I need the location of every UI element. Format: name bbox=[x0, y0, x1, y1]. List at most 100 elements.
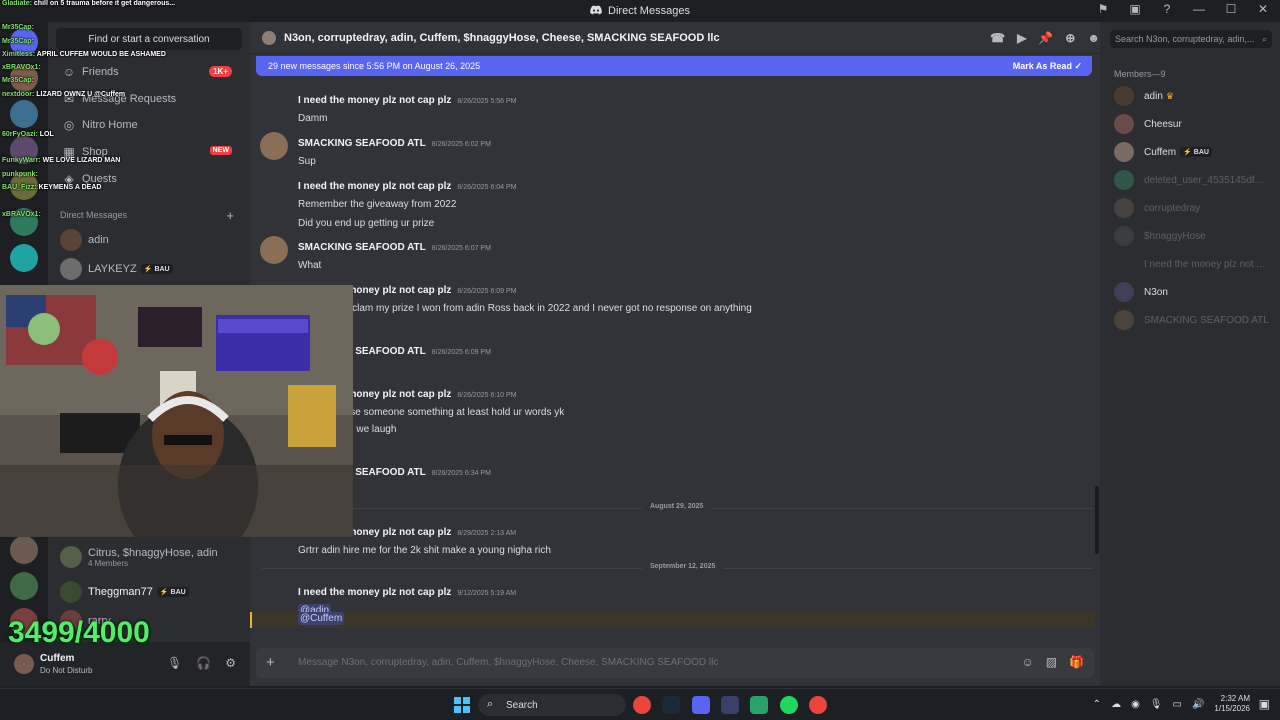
taskbar-search[interactable]: ⌕ Search bbox=[478, 694, 626, 716]
message-author[interactable]: I need the money plz not cap plz bbox=[298, 95, 451, 106]
volume-icon[interactable]: 🔊 bbox=[1192, 699, 1204, 710]
discord-tray-icon[interactable]: ◉ bbox=[1131, 699, 1140, 710]
dm-item-theggman77[interactable]: Theggman77 ⚡ BAU bbox=[56, 578, 242, 606]
member-item[interactable]: SMACKING SEAFOOD ATL bbox=[1114, 309, 1274, 331]
message-timestamp: 8/26/2025 6:34 PM bbox=[431, 470, 491, 477]
title-bar: Direct Messages ⚑ ▣ ? — ☐ ✕ bbox=[0, 0, 1280, 22]
server-avatar[interactable] bbox=[10, 244, 38, 272]
discord-app-icon[interactable] bbox=[692, 696, 710, 714]
avatar[interactable] bbox=[14, 654, 34, 674]
app-icon[interactable] bbox=[750, 696, 768, 714]
chrome-icon[interactable] bbox=[633, 696, 651, 714]
dm-item-group[interactable]: Citrus, $hnaggyHose, adin 4 Members bbox=[56, 543, 242, 571]
member-item[interactable]: adin ♛ bbox=[1114, 85, 1274, 107]
server-avatar[interactable] bbox=[10, 172, 38, 200]
video-icon[interactable]: ▶ bbox=[1017, 31, 1026, 45]
call-icon[interactable]: ☎ bbox=[990, 31, 1005, 45]
members-icon[interactable]: ☻ bbox=[1087, 31, 1100, 45]
clock[interactable]: 2:32 AM 1/15/2026 bbox=[1214, 694, 1250, 714]
tag-label: BAU bbox=[1193, 148, 1209, 156]
avatar bbox=[1114, 170, 1134, 190]
avatar bbox=[60, 546, 82, 568]
goal-counter: 3499/4000 bbox=[8, 616, 150, 649]
member-item[interactable]: corruptedray bbox=[1114, 197, 1274, 219]
start-icon[interactable] bbox=[454, 697, 470, 718]
member-item[interactable]: N3on bbox=[1114, 281, 1274, 303]
microphone-icon[interactable]: 🎙 bbox=[167, 656, 182, 670]
member-item[interactable]: Cheesur bbox=[1114, 113, 1274, 135]
avatar bbox=[1114, 86, 1134, 106]
server-avatar[interactable] bbox=[10, 136, 38, 164]
nav-nitro-home[interactable]: ◎ Nitro Home bbox=[56, 114, 242, 136]
server-avatar[interactable] bbox=[10, 208, 38, 236]
server-avatar[interactable] bbox=[10, 64, 38, 92]
member-item[interactable]: Cuffem ⚡ BAU bbox=[1114, 141, 1274, 163]
nav-friends[interactable]: ☺ Friends 1K+ bbox=[56, 61, 242, 83]
chat-scrollbar[interactable] bbox=[1095, 486, 1099, 554]
chevron-up-icon[interactable]: ⌃ bbox=[1093, 699, 1101, 710]
maximize-icon[interactable]: ☐ bbox=[1222, 2, 1240, 16]
nav-label: Quests bbox=[82, 173, 117, 185]
pin-icon[interactable]: 📌 bbox=[1038, 31, 1053, 45]
chrome-icon[interactable] bbox=[809, 696, 827, 714]
message-author[interactable]: I need the money plz not cap plz bbox=[298, 181, 451, 192]
create-dm-icon[interactable]: + bbox=[226, 208, 234, 223]
gear-icon[interactable]: ⚙ bbox=[225, 656, 236, 670]
member-item[interactable]: deleted_user_4535145df... bbox=[1114, 169, 1274, 191]
message-composer[interactable]: + Message N3on, corruptedray, adin, Cuff… bbox=[256, 648, 1094, 678]
search-input[interactable]: Search N3on, corruptedray, adin,... ⌕ bbox=[1110, 30, 1272, 48]
gift-icon[interactable]: 🎁 bbox=[1069, 655, 1084, 669]
inbox-flag-icon[interactable]: ⚑ bbox=[1094, 2, 1112, 16]
close-icon[interactable]: ✕ bbox=[1254, 2, 1272, 16]
help-icon[interactable]: ? bbox=[1158, 2, 1176, 16]
find-conversation-button[interactable]: Find or start a conversation bbox=[56, 28, 242, 50]
dm-item-adin[interactable]: adin bbox=[56, 226, 242, 254]
server-avatar[interactable] bbox=[10, 536, 38, 564]
dm-sub: 4 Members bbox=[88, 558, 129, 568]
message-author[interactable]: I need the money plz not cap plz bbox=[298, 587, 451, 598]
avatar[interactable] bbox=[260, 236, 288, 264]
minimize-icon[interactable]: — bbox=[1190, 2, 1208, 16]
cloud-icon[interactable]: ☁ bbox=[1111, 699, 1121, 710]
avatar[interactable] bbox=[260, 132, 288, 160]
nav-message-requests[interactable]: ✉ Message Requests bbox=[56, 88, 242, 110]
chat-header: N3on, corruptedray, adin, Cuffem, $hnagg… bbox=[250, 22, 1100, 54]
server-avatar[interactable] bbox=[10, 572, 38, 600]
member-item[interactable]: $hnaggyHose bbox=[1114, 225, 1274, 247]
webcam-image bbox=[0, 285, 353, 537]
headphones-icon[interactable]: 🎧 bbox=[196, 656, 211, 670]
obs-icon[interactable] bbox=[721, 696, 739, 714]
member-item[interactable]: I need the money plz not ... bbox=[1114, 253, 1274, 275]
network-icon[interactable]: ▭ bbox=[1173, 699, 1182, 710]
microphone-icon[interactable]: 🎙 bbox=[1150, 699, 1163, 710]
attach-plus-icon[interactable]: + bbox=[266, 654, 275, 671]
message-text: Damm bbox=[298, 113, 328, 124]
dm-item-laykeyz[interactable]: LAYKEYZ ⚡ BAU bbox=[56, 255, 242, 283]
nav-quests[interactable]: ◈ Quests bbox=[56, 168, 242, 190]
home-icon[interactable] bbox=[10, 28, 38, 56]
server-avatar[interactable] bbox=[10, 100, 38, 128]
message-author[interactable]: SMACKING SEAFOOD ATL bbox=[298, 242, 426, 253]
message-timestamp: 8/26/2025 6:04 PM bbox=[457, 184, 517, 191]
message-author[interactable]: SMACKING SEAFOOD ATL bbox=[298, 138, 426, 149]
avatar bbox=[1114, 114, 1134, 134]
new-badge: NEW bbox=[209, 146, 232, 155]
add-friend-icon[interactable]: ⊕ bbox=[1065, 31, 1075, 45]
mention-cuffem[interactable]: @Cuffem bbox=[298, 612, 345, 625]
inbox-icon[interactable]: ▣ bbox=[1126, 2, 1144, 16]
nav-label: Message Requests bbox=[82, 93, 177, 105]
avatar bbox=[1114, 198, 1134, 218]
spotify-icon[interactable] bbox=[780, 696, 798, 714]
notification-icon[interactable]: ▣ bbox=[1259, 697, 1270, 711]
chat-title: N3on, corruptedray, adin, Cuffem, $hnagg… bbox=[284, 31, 720, 44]
mark-as-read-button[interactable]: Mark As Read ✓ bbox=[1013, 61, 1082, 72]
member-name: Cuffem bbox=[1144, 146, 1177, 158]
nav-shop[interactable]: ▦ Shop NEW bbox=[56, 141, 242, 163]
date-divider: August 29, 2025 bbox=[262, 503, 1092, 510]
emoji-icon[interactable]: ☺ bbox=[1021, 655, 1033, 669]
new-messages-banner[interactable]: 29 new messages since 5:56 PM on August … bbox=[256, 56, 1092, 76]
composer-placeholder: Message N3on, corruptedray, adin, Cuffem… bbox=[298, 657, 719, 668]
image-icon[interactable]: ▨ bbox=[1046, 655, 1057, 669]
steam-icon[interactable] bbox=[662, 696, 680, 714]
tag-label: BAU bbox=[170, 588, 186, 596]
